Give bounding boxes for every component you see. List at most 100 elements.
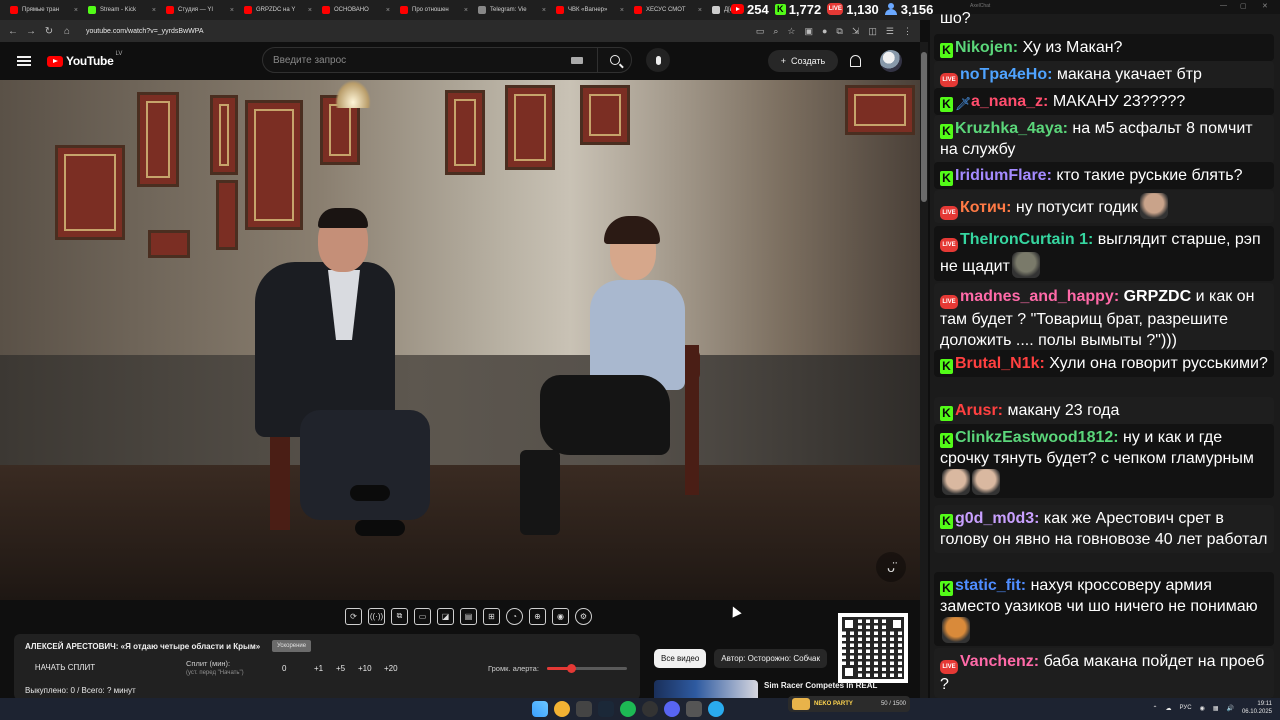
add-10-button[interactable]: +10 bbox=[358, 664, 372, 673]
clock[interactable]: 19:11 06.10.2025 bbox=[1242, 700, 1272, 716]
chrome-icon[interactable] bbox=[554, 701, 570, 717]
start-icon[interactable] bbox=[532, 701, 548, 717]
tab-close-icon[interactable]: × bbox=[308, 7, 312, 14]
chip-author[interactable]: Автор: Осторожно: Собчак bbox=[714, 649, 828, 668]
browser-tab[interactable]: ХЕСУС СМОТ × bbox=[630, 1, 706, 19]
tab-close-icon[interactable]: × bbox=[464, 7, 468, 14]
start-split-button[interactable]: НАЧАТЬ СПЛИТ bbox=[24, 660, 106, 676]
chat-username[interactable]: noTpa4eHo: bbox=[960, 66, 1052, 83]
chat-username[interactable]: TheIronCurtain 1: bbox=[960, 231, 1093, 248]
clip-icon[interactable]: ▭ bbox=[414, 607, 431, 625]
search-button[interactable] bbox=[597, 48, 631, 72]
chat-username[interactable]: IridiumFlare: bbox=[955, 167, 1052, 184]
browser-extension-icon[interactable]: ▭ bbox=[756, 26, 765, 37]
voice-search-button[interactable] bbox=[646, 48, 670, 72]
tray-network-icon[interactable]: ▦ bbox=[1213, 705, 1219, 712]
reload-icon[interactable]: ↻ bbox=[44, 26, 54, 37]
notifications-bell-icon[interactable] bbox=[850, 55, 861, 67]
browser-extension-icon[interactable]: ☆ bbox=[787, 26, 795, 37]
search-box[interactable]: Введите запрос bbox=[262, 47, 632, 73]
browser-tab[interactable]: Про отношен × bbox=[396, 1, 472, 19]
telegram-icon[interactable] bbox=[708, 701, 724, 717]
tray-app-icon[interactable]: ◉ bbox=[1200, 705, 1205, 712]
forward-icon[interactable]: → bbox=[26, 26, 36, 37]
repeat-icon[interactable]: ⟳ bbox=[345, 607, 362, 625]
keyboard-icon[interactable] bbox=[571, 56, 583, 64]
settings-gear-icon[interactable]: ⚙ bbox=[575, 607, 592, 625]
spotify-icon[interactable] bbox=[620, 701, 636, 717]
speed-icon[interactable]: ◔ bbox=[506, 607, 523, 625]
add-icon[interactable]: ⊞ bbox=[483, 607, 500, 625]
browser-extension-icon[interactable]: ⧉ bbox=[836, 26, 842, 37]
explorer-icon[interactable] bbox=[576, 701, 592, 717]
chip-all-videos[interactable]: Все видео bbox=[654, 649, 707, 668]
search-input[interactable]: Введите запрос bbox=[263, 55, 571, 66]
browser-tab[interactable]: Telegram: Vie × bbox=[474, 1, 550, 19]
discord-icon[interactable] bbox=[664, 701, 680, 717]
tab-close-icon[interactable]: × bbox=[698, 7, 702, 14]
alert-volume-slider[interactable] bbox=[547, 664, 627, 673]
browser-extension-icon[interactable]: ⌕ bbox=[773, 26, 778, 37]
back-icon[interactable]: ← bbox=[8, 26, 18, 37]
browser-extension-icon[interactable]: ◫ bbox=[868, 26, 877, 37]
youtube-logo[interactable]: YouTube LV bbox=[47, 51, 122, 68]
add-1-button[interactable]: +1 bbox=[314, 664, 323, 673]
screenshot-frame-icon[interactable]: ◪ bbox=[437, 607, 454, 625]
page-scrollbar[interactable] bbox=[920, 42, 928, 698]
recommended-title[interactable]: Sim Racer Competes In REAL bbox=[764, 681, 877, 690]
tab-close-icon[interactable]: × bbox=[74, 7, 78, 14]
home-icon[interactable]: ⌂ bbox=[62, 26, 72, 37]
scrollbar-thumb[interactable] bbox=[921, 52, 927, 202]
chat-username[interactable]: g0d_m0d3: bbox=[955, 510, 1039, 527]
obs-icon[interactable] bbox=[642, 701, 658, 717]
neko-party-widget[interactable]: NEKO PARTY 50 / 1500 bbox=[788, 696, 910, 712]
browser-tab[interactable]: Студия — YI × bbox=[162, 1, 238, 19]
browser-tab[interactable]: ЧВК «Вагнер» × bbox=[552, 1, 628, 19]
menu-icon[interactable] bbox=[17, 56, 31, 66]
speedup-badge[interactable]: Ускорение bbox=[272, 640, 312, 652]
browser-tab[interactable]: GRPZDC на Y × bbox=[240, 1, 316, 19]
tray-cloud-icon[interactable]: ☁ bbox=[1166, 705, 1172, 712]
broadcast-icon[interactable]: ((·)) bbox=[368, 607, 385, 625]
browser-tab[interactable]: Stream - Kick × bbox=[84, 1, 160, 19]
tab-close-icon[interactable]: × bbox=[386, 7, 390, 14]
avatar[interactable] bbox=[880, 50, 902, 72]
browser-extension-icon[interactable]: ● bbox=[822, 26, 827, 37]
recommended-thumbnail[interactable] bbox=[654, 680, 758, 698]
tab-close-icon[interactable]: × bbox=[152, 7, 156, 14]
chat-username[interactable]: ClinkzEastwood1812: bbox=[955, 429, 1119, 446]
browser-extension-icon[interactable]: ⋮ bbox=[903, 26, 912, 37]
add-5-button[interactable]: +5 bbox=[336, 664, 345, 673]
chat-username[interactable]: Nikojen: bbox=[955, 39, 1018, 56]
browser-tab[interactable]: Прямые тран × bbox=[6, 1, 82, 19]
language-indicator[interactable]: РУС bbox=[1180, 705, 1192, 711]
tray-chevron-icon[interactable]: ⌃ bbox=[1153, 705, 1158, 712]
chat-username[interactable]: Arusr: bbox=[955, 402, 1003, 419]
volume-knob[interactable] bbox=[567, 664, 576, 673]
subtitles-icon[interactable]: ▤ bbox=[460, 607, 477, 625]
browser-extension-icon[interactable]: ▣ bbox=[804, 26, 813, 37]
chat-username[interactable]: Котич: bbox=[960, 199, 1011, 216]
camera-icon[interactable]: ◉ bbox=[552, 607, 569, 625]
browser-tab[interactable]: ОСНОВАНО × bbox=[318, 1, 394, 19]
chat-username[interactable]: a_nana_z: bbox=[971, 93, 1048, 110]
zoom-icon[interactable]: ⊕ bbox=[529, 607, 546, 625]
chat-username[interactable]: static_fit: bbox=[955, 577, 1026, 594]
browser-extension-icon[interactable]: ⇲ bbox=[852, 26, 860, 37]
pip-icon[interactable]: ⧉ bbox=[391, 607, 408, 625]
add-20-button[interactable]: +20 bbox=[384, 664, 398, 673]
tab-close-icon[interactable]: × bbox=[230, 7, 234, 14]
app-icon[interactable] bbox=[686, 701, 702, 717]
chat-username[interactable]: Brutal_N1k: bbox=[955, 355, 1045, 372]
tray-volume-icon[interactable]: 🔊 bbox=[1226, 705, 1233, 712]
url-field[interactable]: youtube.com/watch?v=_yyrdsBwWPA bbox=[86, 28, 204, 35]
steam-icon[interactable] bbox=[598, 701, 614, 717]
create-button[interactable]: + Создать bbox=[768, 50, 838, 72]
chat-username[interactable]: madnes_and_happy: bbox=[960, 288, 1119, 305]
browser-extension-icon[interactable]: ☰ bbox=[886, 26, 894, 37]
tab-close-icon[interactable]: × bbox=[620, 7, 624, 14]
tab-close-icon[interactable]: × bbox=[542, 7, 546, 14]
chat-username[interactable]: Kruzhka_4aya: bbox=[955, 120, 1068, 137]
video-player[interactable]: ᴗ̈ bbox=[0, 80, 920, 600]
chat-username[interactable]: Vanchenz: bbox=[960, 653, 1039, 670]
